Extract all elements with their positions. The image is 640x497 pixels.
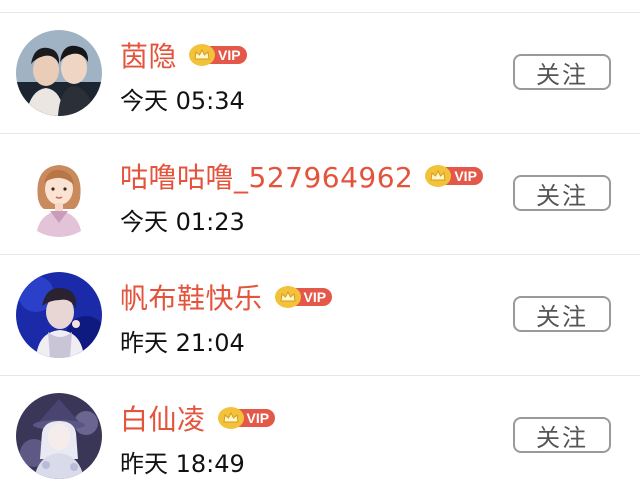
name-line: 帆布鞋快乐 VIP: [120, 277, 333, 317]
crown-icon: [189, 44, 216, 66]
list-item[interactable]: 茵隐 VIP 今天 05:34 关注: [0, 13, 640, 134]
follow-button[interactable]: 关注: [513, 175, 611, 211]
crown-icon: [217, 407, 244, 429]
follow-button[interactable]: 关注: [513, 417, 611, 453]
list-item[interactable]: 白仙凌 VIP 昨天 18:49 关注: [0, 376, 640, 497]
vip-badge: VIP: [274, 286, 333, 308]
follow-time: 今天 01:23: [120, 208, 245, 236]
name-line: 白仙凌 VIP: [120, 398, 276, 438]
follow-button[interactable]: 关注: [513, 54, 611, 90]
avatar-two-men-photo[interactable]: [16, 30, 102, 116]
follow-time: 今天 05:34: [120, 87, 245, 115]
list-item[interactable]: 帆布鞋快乐 VIP 昨天 21:04 关注: [0, 255, 640, 376]
avatar-anime-character[interactable]: [16, 393, 102, 479]
vip-badge: VIP: [425, 165, 483, 187]
username[interactable]: 白仙凌: [120, 398, 206, 438]
avatar-cartoon-girl[interactable]: [16, 151, 102, 237]
list-item[interactable]: 咕噜咕噜_527964962 VIP 今天 01:23 关注: [0, 134, 640, 255]
name-line: 茵隐 VIP: [120, 35, 247, 75]
crown-icon: [274, 286, 301, 308]
follow-time: 昨天 18:49: [120, 450, 245, 478]
username[interactable]: 帆布鞋快乐: [120, 277, 263, 317]
username[interactable]: 茵隐: [120, 35, 177, 75]
follow-time: 昨天 21:04: [120, 329, 245, 357]
vip-badge: VIP: [189, 44, 247, 66]
follower-list: 茵隐 VIP 今天 05:34 关注 咕噜咕噜_527964962 VIP 今天…: [0, 0, 640, 495]
vip-badge: VIP: [217, 407, 276, 429]
avatar-singer-photo[interactable]: [16, 272, 102, 358]
name-line: 咕噜咕噜_527964962 VIP: [120, 156, 483, 196]
username[interactable]: 咕噜咕噜_527964962: [120, 156, 413, 196]
follow-button[interactable]: 关注: [513, 296, 611, 332]
